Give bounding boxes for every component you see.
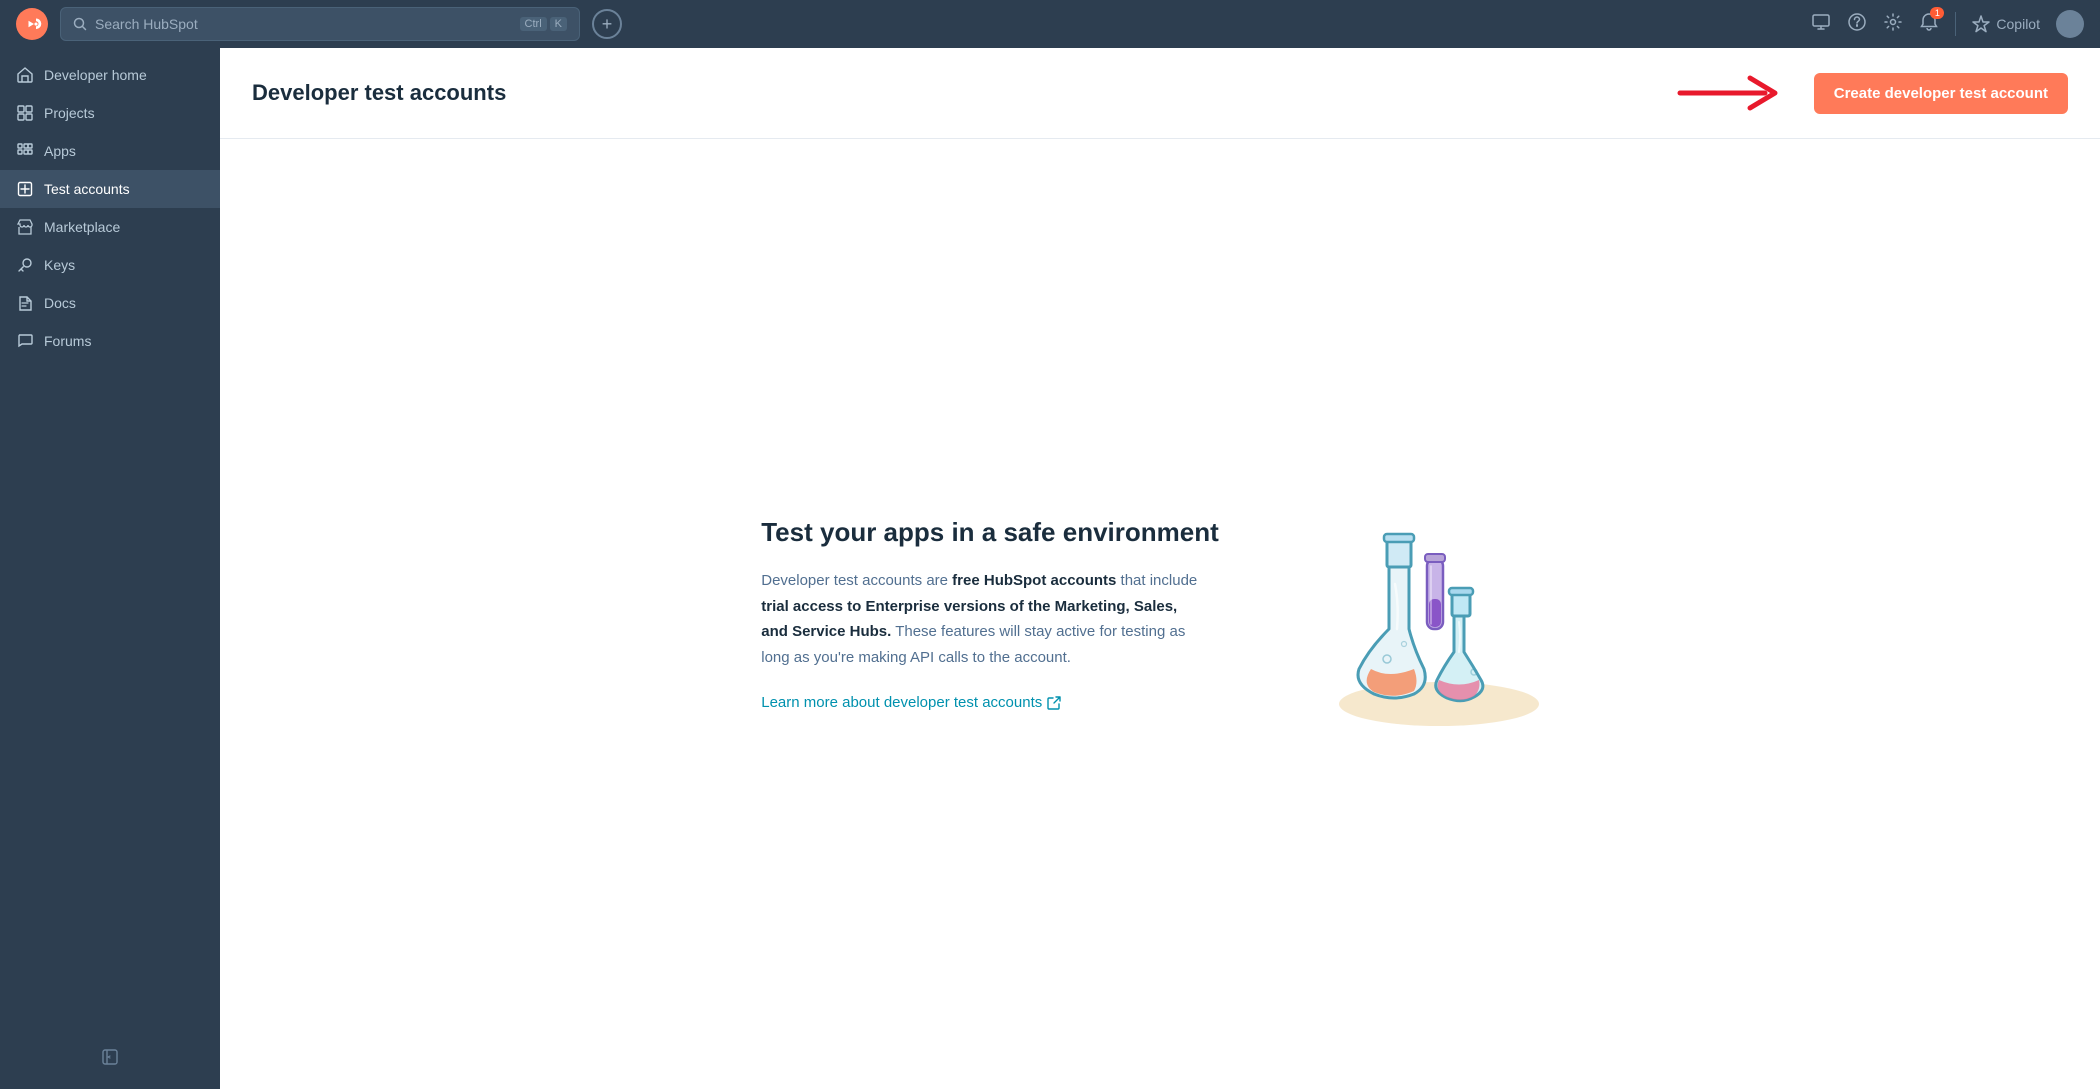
sidebar-item-forums-label: Forums bbox=[44, 333, 91, 349]
sidebar-item-marketplace-label: Marketplace bbox=[44, 219, 120, 235]
learn-more-text: Learn more about developer test accounts bbox=[761, 694, 1042, 711]
search-shortcut: Ctrl K bbox=[520, 17, 567, 31]
notifications-icon[interactable]: 1 bbox=[1919, 12, 1939, 37]
test-accounts-icon bbox=[16, 180, 34, 198]
marketplace-icon bbox=[16, 218, 34, 236]
keys-icon bbox=[16, 256, 34, 274]
hubspot-logo[interactable] bbox=[16, 8, 48, 40]
sidebar-item-keys[interactable]: Keys bbox=[0, 246, 220, 284]
header-right: Create developer test account bbox=[1670, 68, 2068, 118]
empty-state: Test your apps in a safe environment Dev… bbox=[721, 444, 1599, 784]
sidebar-item-docs[interactable]: Docs bbox=[0, 284, 220, 322]
description-mid: that include bbox=[1116, 572, 1197, 589]
sidebar-item-docs-label: Docs bbox=[44, 295, 76, 311]
top-navigation: Search HubSpot Ctrl K + bbox=[0, 0, 2100, 48]
user-avatar[interactable] bbox=[2056, 10, 2084, 38]
apps-icon bbox=[16, 142, 34, 160]
lab-illustration bbox=[1299, 484, 1559, 744]
nav-divider bbox=[1955, 12, 1956, 36]
docs-icon bbox=[16, 294, 34, 312]
projects-icon bbox=[16, 104, 34, 122]
home-icon bbox=[16, 66, 34, 84]
settings-icon[interactable] bbox=[1883, 12, 1903, 37]
copilot-button[interactable]: Copilot bbox=[1972, 15, 2040, 33]
search-bar[interactable]: Search HubSpot Ctrl K bbox=[60, 7, 580, 41]
red-arrow-pointer bbox=[1670, 68, 1790, 118]
search-placeholder: Search HubSpot bbox=[95, 16, 512, 32]
empty-state-description: Developer test accounts are free HubSpot… bbox=[761, 568, 1201, 670]
sidebar-item-apps[interactable]: Apps bbox=[0, 132, 220, 170]
description-intro: Developer test accounts are bbox=[761, 572, 952, 589]
nav-right: 1 Copilot bbox=[1811, 10, 2084, 38]
main-content: Developer test accounts Create developer… bbox=[220, 48, 2100, 1089]
sidebar-item-test-accounts[interactable]: Test accounts bbox=[0, 170, 220, 208]
sidebar-item-projects[interactable]: Projects bbox=[0, 94, 220, 132]
sidebar-item-test-accounts-label: Test accounts bbox=[44, 181, 130, 197]
sidebar: Developer home Projects bbox=[0, 48, 220, 1089]
sidebar-item-apps-label: Apps bbox=[44, 143, 76, 159]
external-link-icon bbox=[1047, 696, 1061, 710]
learn-more-link[interactable]: Learn more about developer test accounts bbox=[761, 694, 1219, 711]
sidebar-item-developer-home-label: Developer home bbox=[44, 67, 147, 83]
sidebar-item-keys-label: Keys bbox=[44, 257, 75, 273]
sidebar-item-marketplace[interactable]: Marketplace bbox=[0, 208, 220, 246]
copilot-icon bbox=[1972, 15, 1990, 33]
search-icon bbox=[73, 17, 87, 31]
empty-state-heading: Test your apps in a safe environment bbox=[761, 517, 1219, 548]
arrow-svg bbox=[1670, 68, 1790, 118]
create-developer-test-account-button[interactable]: Create developer test account bbox=[1814, 73, 2068, 114]
help-icon[interactable] bbox=[1847, 12, 1867, 37]
description-bold-free: free HubSpot accounts bbox=[952, 572, 1116, 589]
sidebar-item-forums[interactable]: Forums bbox=[0, 322, 220, 360]
sidebar-bottom bbox=[0, 1033, 220, 1081]
add-button[interactable]: + bbox=[592, 9, 622, 39]
lab-svg bbox=[1299, 484, 1559, 744]
sidebar-item-projects-label: Projects bbox=[44, 105, 95, 121]
page-title: Developer test accounts bbox=[252, 80, 506, 106]
screen-icon[interactable] bbox=[1811, 12, 1831, 37]
forums-icon bbox=[16, 332, 34, 350]
sidebar-item-developer-home[interactable]: Developer home bbox=[0, 56, 220, 94]
page-content: Test your apps in a safe environment Dev… bbox=[220, 139, 2100, 1089]
sidebar-collapse-button[interactable] bbox=[0, 1041, 220, 1073]
empty-state-text: Test your apps in a safe environment Dev… bbox=[761, 517, 1219, 711]
page-header: Developer test accounts Create developer… bbox=[220, 48, 2100, 139]
